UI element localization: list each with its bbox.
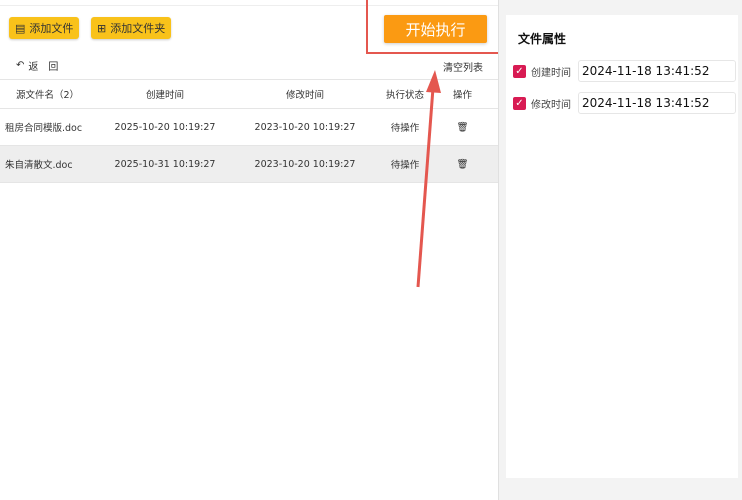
modified-time-input[interactable]: 2024-11-18 13:41:52: [578, 92, 736, 114]
header-status: 执行状态: [385, 90, 424, 101]
file-table: 源文件名（2） 创建时间 修改时间 执行状态 操作 租房合同模版.doc 202…: [0, 79, 498, 183]
undo-icon: ↶: [16, 60, 25, 71]
properties-title: 文件属性: [518, 32, 567, 46]
modified-time-row: ✓ 修改时间 2024-11-18 13:41:52: [513, 92, 736, 114]
table-header: 源文件名（2） 创建时间 修改时间 执行状态 操作: [0, 80, 498, 109]
table-row[interactable]: 朱自清散文.doc 2025-10-31 10:19:27 2023-10-20…: [0, 146, 498, 183]
status: 待操作: [390, 160, 420, 171]
file-icon: ▤: [15, 21, 26, 35]
created-checkbox[interactable]: ✓: [513, 64, 526, 78]
file-name: 租房合同模版.doc: [5, 123, 83, 134]
file-name: 朱自清散文.doc: [5, 160, 73, 171]
created-time: 2025-10-20 10:19:27: [114, 121, 216, 133]
add-folder-button[interactable]: ⊞ 添加文件夹: [91, 17, 172, 39]
created-label: 创建时间: [531, 67, 571, 79]
table-row[interactable]: 租房合同模版.doc 2025-10-20 10:19:27 2023-10-2…: [0, 109, 498, 146]
back-button[interactable]: ↶ 返 回: [16, 58, 58, 73]
folder-add-icon: ⊞: [97, 21, 107, 35]
properties-panel: 文件属性 ✓ 创建时间 2024-11-18 13:41:52 ✓ 修改时间 2…: [498, 0, 742, 500]
divider: [0, 5, 498, 6]
trash-icon[interactable]: 🗑: [435, 122, 490, 133]
created-time-input[interactable]: 2024-11-18 13:41:52: [578, 60, 736, 82]
modified-time: 2023-10-20 10:19:27: [254, 158, 356, 170]
modified-checkbox[interactable]: ✓: [513, 96, 526, 110]
created-time-row: ✓ 创建时间 2024-11-18 13:41:52: [513, 60, 736, 82]
header-name: 源文件名（2）: [15, 90, 80, 101]
status: 待操作: [390, 123, 420, 134]
add-file-label: 添加文件: [29, 22, 74, 35]
properties-card: 文件属性 ✓ 创建时间 2024-11-18 13:41:52 ✓ 修改时间 2…: [506, 15, 738, 478]
header-action: 操作: [452, 90, 472, 101]
start-button[interactable]: 开始执行: [384, 15, 487, 43]
header-created: 创建时间: [145, 90, 184, 101]
modified-time: 2023-10-20 10:19:27: [254, 121, 356, 133]
add-file-button[interactable]: ▤ 添加文件: [9, 17, 80, 39]
trash-icon[interactable]: 🗑: [435, 159, 490, 170]
created-time: 2025-10-31 10:19:27: [114, 158, 216, 170]
back-label: 返 回: [28, 62, 59, 73]
add-folder-label: 添加文件夹: [110, 22, 166, 35]
clear-list-button[interactable]: 清空列表: [443, 59, 483, 74]
modified-label: 修改时间: [531, 99, 571, 111]
header-modified: 修改时间: [285, 90, 324, 101]
